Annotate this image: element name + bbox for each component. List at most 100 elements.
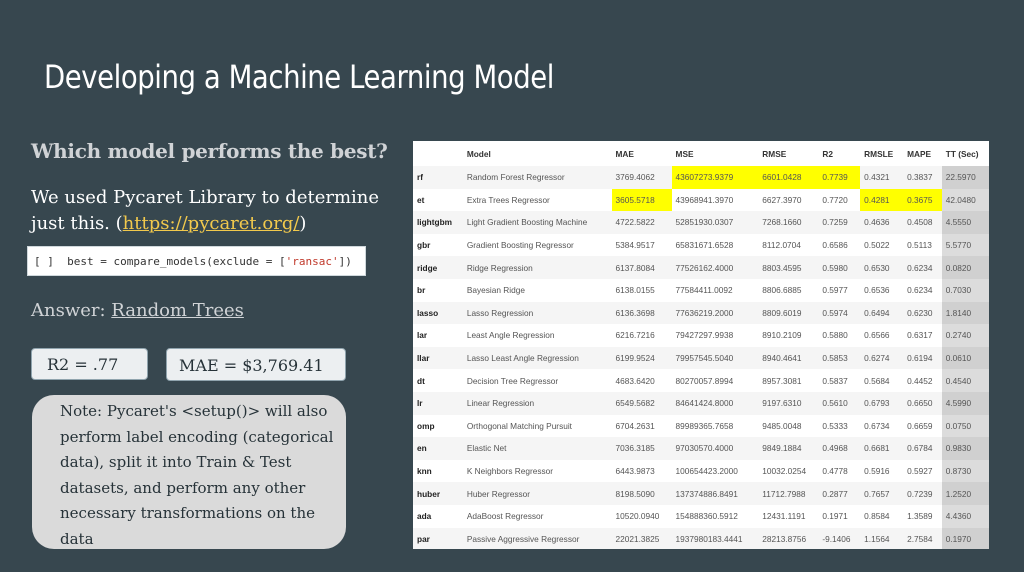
table-cell: 0.6681	[860, 437, 904, 460]
table-cell: 0.6317	[903, 324, 942, 347]
table-cell: 6443.9873	[611, 459, 672, 483]
table-cell: 84641424.8000	[671, 391, 759, 415]
table-cell: Elastic Net	[462, 437, 612, 460]
table-cell: 0.3675	[903, 188, 942, 212]
row-index: et	[413, 188, 463, 212]
table-cell: 1.2520	[941, 482, 989, 505]
table-cell: 0.6274	[860, 346, 904, 370]
table-cell: 0.5880	[818, 324, 861, 347]
table-cell: 11712.7988	[758, 482, 819, 505]
table-cell: 0.6566	[860, 324, 904, 347]
table-row: lightgbm Light Gradient Boosting Machine 4…	[413, 211, 989, 234]
table-cell: 6138.0155	[611, 278, 672, 302]
r2-box: R2 = .77	[31, 348, 148, 380]
table-cell: 5.5770	[941, 233, 989, 257]
row-index: rf	[413, 166, 463, 189]
table-cell: 4.5550	[941, 211, 989, 234]
table-cell: 0.5684	[860, 369, 904, 392]
table-cell: Gradient Boosting Regressor	[462, 233, 612, 257]
table-cell: 3605.5718	[611, 188, 672, 212]
row-index: en	[413, 437, 463, 460]
table-cell: 5384.9517	[611, 233, 672, 257]
table-cell: Light Gradient Boosting Machine	[462, 211, 612, 234]
table-cell: 8803.4595	[758, 256, 819, 279]
column-header: MAE	[615, 148, 634, 159]
code-prompt: [ ]	[34, 255, 54, 268]
table-cell: 0.5837	[818, 369, 861, 392]
table-cell: 0.6194	[903, 346, 942, 370]
table-row: lr Linear Regression 6549.5682 84641424.800…	[413, 391, 989, 415]
row-index: ada	[413, 504, 463, 528]
table-cell: 7036.3185	[611, 437, 672, 460]
table-row: lar Least Angle Regression 6216.7216 794272…	[413, 324, 989, 347]
row-index: huber	[413, 482, 463, 505]
table-cell: 0.6234	[903, 256, 942, 279]
table-cell: 0.4508	[903, 211, 942, 234]
table-cell: 77636219.2000	[671, 301, 759, 325]
table-cell: 0.8730	[941, 459, 989, 483]
table-cell: 1.1564	[860, 527, 904, 549]
table-cell: 0.4281	[860, 188, 904, 212]
table-row: huber Huber Regressor 8198.5090 137374886.8…	[413, 482, 989, 505]
column-header: MSE	[675, 148, 694, 159]
table-cell: 0.5853	[818, 346, 861, 370]
table-cell: Orthogonal Matching Pursuit	[462, 414, 612, 438]
table-cell: 3769.4062	[611, 166, 672, 189]
pycaret-link[interactable]: https://pycaret.org/	[123, 213, 300, 234]
table-cell: 97030570.4000	[671, 437, 759, 460]
pycaret-description: We used Pycaret Library to determine jus…	[31, 185, 391, 237]
table-cell: 9485.0048	[758, 414, 819, 438]
row-index: lr	[413, 391, 463, 415]
row-index: lar	[413, 324, 463, 347]
table-cell: 0.7739	[818, 166, 861, 189]
table-cell: 4683.6420	[611, 369, 672, 392]
table-cell: 0.4636	[860, 211, 904, 234]
table-row: rf Random Forest Regressor 3769.4062 436072…	[413, 166, 989, 189]
table-row: ridge Ridge Regression 6137.8084 77526162.4…	[413, 256, 989, 279]
table-cell: 1.3589	[903, 504, 942, 528]
table-cell: 0.4540	[941, 369, 989, 392]
table-cell: 8957.3081	[758, 369, 819, 392]
row-index: ridge	[413, 256, 463, 279]
answer-line: Answer: Random Trees	[31, 300, 244, 321]
table-cell: 6549.5682	[611, 391, 672, 415]
table-cell: 4.5990	[941, 391, 989, 415]
table-cell: 1937980183.4441	[671, 527, 759, 549]
question-heading: Which model performs the best?	[31, 139, 388, 163]
table-cell: 0.6530	[860, 256, 904, 279]
table-cell: 22.5970	[941, 166, 989, 189]
table-row: gbr Gradient Boosting Regressor 5384.9517 6…	[413, 233, 989, 257]
row-index: lasso	[413, 301, 463, 325]
table-body: rf Random Forest Regressor 3769.4062 436072…	[413, 166, 989, 549]
table-cell: 6136.3698	[611, 301, 672, 325]
table-cell: 6627.3970	[758, 188, 819, 212]
table-cell: 0.5333	[818, 414, 861, 438]
table-cell: 89989365.7658	[671, 414, 759, 438]
table-cell: 8940.4641	[758, 346, 819, 370]
table-row: omp Orthogonal Matching Pursuit 6704.2631 8…	[413, 414, 989, 438]
table-cell: 4722.5822	[611, 211, 672, 234]
row-index: omp	[413, 414, 463, 438]
table-cell: Passive Aggressive Regressor	[462, 527, 612, 549]
row-index: gbr	[413, 233, 463, 257]
table-cell: Linear Regression	[462, 391, 612, 415]
table-cell: 8910.2109	[758, 324, 819, 347]
column-header: R2	[822, 148, 833, 159]
column-header: MAPE	[907, 148, 932, 159]
table-cell: 0.7239	[903, 482, 942, 505]
table-cell: 0.5927	[903, 459, 942, 483]
table-cell: -9.1406	[818, 527, 861, 549]
table-cell: 2.7584	[903, 527, 942, 549]
table-cell: 0.5974	[818, 301, 861, 325]
table-cell: 52851930.0307	[671, 211, 759, 234]
table-cell: 0.3837	[903, 166, 942, 189]
code-text-end: ])	[338, 255, 352, 268]
table-cell: 0.9830	[941, 437, 989, 460]
table-cell: 0.1970	[941, 527, 989, 549]
answer-label: Answer:	[31, 300, 112, 321]
table-cell: Ridge Regression	[462, 256, 612, 279]
table-cell: 10032.0254	[758, 459, 819, 483]
table-row: et Extra Trees Regressor 3605.5718 43968941…	[413, 188, 989, 212]
table-cell: K Neighbors Regressor	[462, 459, 612, 483]
table-cell: 8112.0704	[758, 233, 819, 257]
